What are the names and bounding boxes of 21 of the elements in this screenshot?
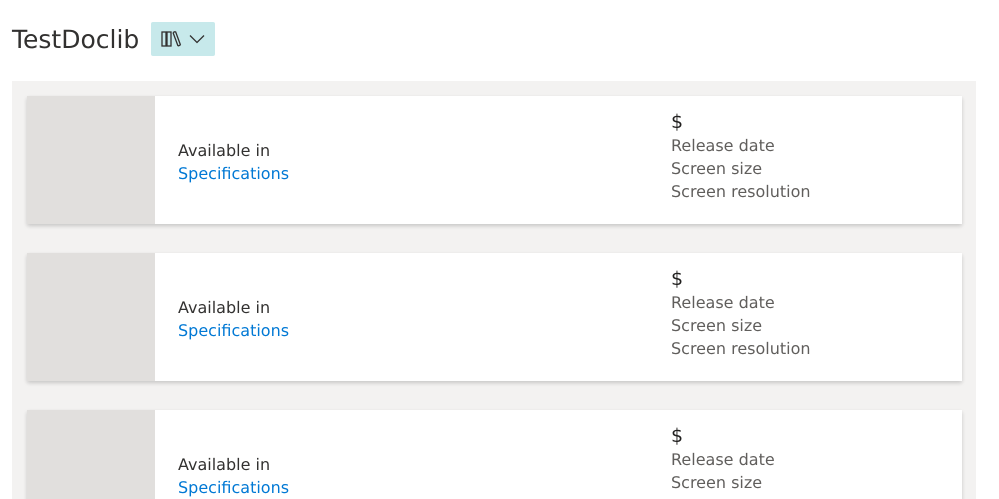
view-switcher-button[interactable] xyxy=(151,22,216,56)
price-text: $ xyxy=(671,424,684,448)
chevron-down-icon xyxy=(189,34,206,44)
price-text: $ xyxy=(671,267,684,291)
detail-text: Screen resolution xyxy=(671,181,811,203)
specifications-link[interactable]: Specifications xyxy=(178,319,671,342)
availability-label: Available in xyxy=(178,454,272,476)
availability-label: Available in xyxy=(178,297,272,319)
detail-text: Screen size xyxy=(671,158,764,180)
availability-label: Available in xyxy=(178,140,272,162)
detail-text: Release date xyxy=(671,449,775,471)
detail-text: Screen size xyxy=(671,315,764,337)
detail-text: Screen size xyxy=(671,472,764,494)
price-text: $ xyxy=(671,110,684,134)
specifications-link[interactable]: Specifications xyxy=(178,162,671,185)
library-icon xyxy=(161,30,184,48)
page-title: TestDoclib xyxy=(12,24,140,54)
detail-text: Screen resolution xyxy=(671,338,811,360)
specifications-link[interactable]: Specifications xyxy=(178,476,671,499)
detail-text: Release date xyxy=(671,292,776,314)
detail-text: Release date xyxy=(671,135,776,157)
